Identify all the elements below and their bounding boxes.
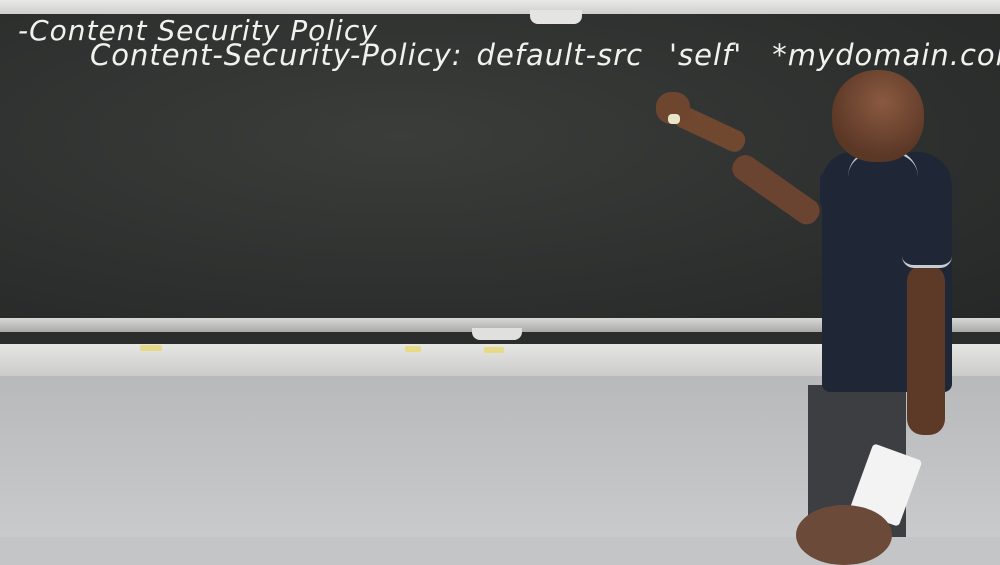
- chalk-piece: [140, 345, 162, 351]
- board-clip-lower: [472, 328, 522, 340]
- lecturer-head: [832, 70, 924, 162]
- shirt-sleeve-right: [902, 195, 952, 268]
- chalk-in-hand: [668, 114, 680, 124]
- shirt-sleeve-left: [820, 170, 846, 210]
- board-clip: [530, 10, 582, 24]
- domain-source: *mydomain.com: [772, 38, 1000, 72]
- board-top-frame: [0, 0, 1000, 14]
- lecturer-right-arm: [907, 265, 945, 435]
- chalk-piece: [405, 346, 421, 352]
- header-name: Content-Security-Policy:: [90, 38, 463, 72]
- self-source: 'self': [669, 38, 743, 72]
- directive: default-src: [476, 38, 644, 72]
- board-text-header: Content-Security-Policy: default-src 'self…: [90, 38, 1000, 72]
- chalk-piece: [484, 347, 504, 353]
- audience-head: [796, 505, 892, 565]
